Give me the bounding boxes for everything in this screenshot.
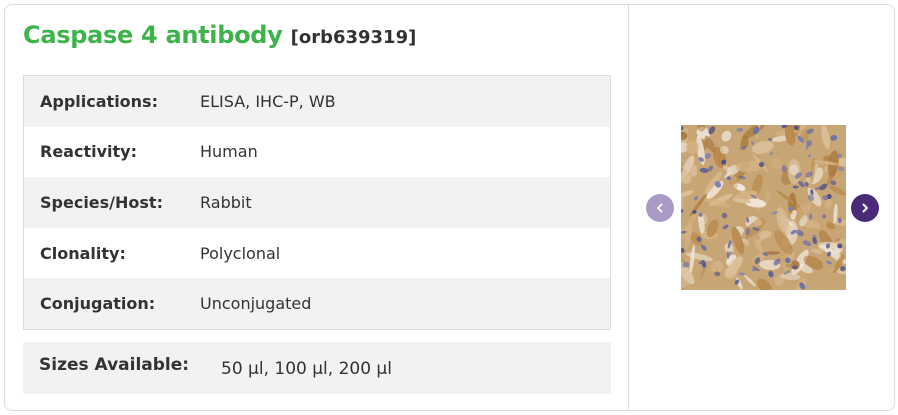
spec-row-conjugation: Conjugation: Unconjugated <box>24 278 610 329</box>
sizes-available: Sizes Available: 50 µl, 100 µl, 200 µl <box>23 342 611 394</box>
product-card: Caspase 4 antibody [orb639319] Applicati… <box>4 4 895 411</box>
catalog-number: [orb639319] <box>290 27 417 48</box>
sizes-value: 50 µl, 100 µl, 200 µl <box>221 359 392 379</box>
spec-label: Applications: <box>40 91 158 111</box>
spec-label: Conjugation: <box>40 294 156 314</box>
spec-label: Species/Host: <box>40 192 163 212</box>
product-title: Caspase 4 antibody [orb639319] <box>23 21 416 49</box>
spec-row-applications: Applications: ELISA, IHC-P, WB <box>24 76 610 127</box>
spec-value: Unconjugated <box>200 294 312 314</box>
product-name[interactable]: Caspase 4 antibody <box>23 21 283 49</box>
spec-value: Rabbit <box>200 192 252 212</box>
chevron-left-icon <box>657 203 663 213</box>
image-carousel <box>628 5 894 410</box>
ihc-tissue-stain-image[interactable] <box>681 125 846 290</box>
spec-row-species-host: Species/Host: Rabbit <box>24 177 610 228</box>
spec-label: Reactivity: <box>40 142 137 162</box>
carousel-next-button[interactable] <box>851 194 879 222</box>
spec-row-clonality: Clonality: Polyclonal <box>24 227 610 279</box>
spec-table: Applications: ELISA, IHC-P, WB Reactivit… <box>23 75 611 330</box>
tissue-texture <box>681 125 846 290</box>
chevron-right-icon <box>862 203 868 213</box>
carousel-prev-button[interactable] <box>646 194 674 222</box>
sizes-label: Sizes Available: <box>39 355 190 375</box>
product-info-panel: Caspase 4 antibody [orb639319] Applicati… <box>5 5 628 410</box>
spec-value: Human <box>200 142 258 162</box>
spec-row-reactivity: Reactivity: Human <box>24 126 610 178</box>
spec-label: Clonality: <box>40 243 126 263</box>
spec-value: Polyclonal <box>200 243 281 263</box>
spec-value: ELISA, IHC-P, WB <box>200 91 336 111</box>
